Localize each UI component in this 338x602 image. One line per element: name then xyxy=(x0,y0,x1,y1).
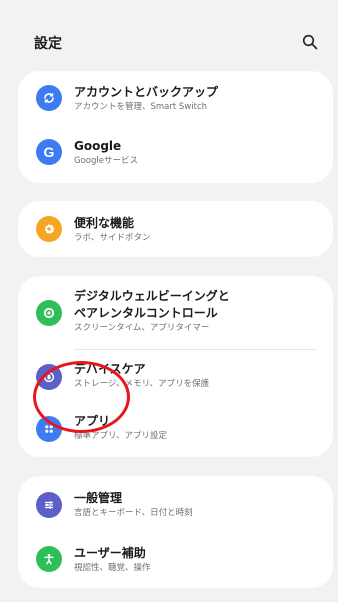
setting-item-accounts-backup[interactable]: アカウントとバックアップ アカウントを管理、Smart Switch xyxy=(18,71,333,127)
settings-group-general: 一般管理 言語とキーボード、日付と時刻 ユーザー補助 視認性、聴覚、操作 xyxy=(18,476,333,588)
setting-subtitle: 標準アプリ、アプリ設定 xyxy=(74,431,167,441)
setting-subtitle: スクリーンタイム、アプリタイマー xyxy=(74,323,210,333)
setting-subtitle: アカウントを管理、Smart Switch xyxy=(74,102,208,112)
header: 設定 xyxy=(0,0,338,64)
setting-item-advanced-features[interactable]: 便利な機能 ラボ、サイドボタン xyxy=(18,201,333,257)
apps-icon xyxy=(36,416,62,442)
setting-subtitle: 視認性、聴覚、操作 xyxy=(74,563,151,573)
setting-item-google[interactable]: G Google Googleサービス xyxy=(18,127,333,183)
settings-group-advanced: 便利な機能 ラボ、サイドボタン xyxy=(18,201,333,257)
search-icon[interactable] xyxy=(302,34,318,50)
setting-subtitle: 言語とキーボード、日付と時刻 xyxy=(74,508,193,518)
setting-item-general-management[interactable]: 一般管理 言語とキーボード、日付と時刻 xyxy=(18,476,333,532)
setting-label: 便利な機能 xyxy=(74,216,135,230)
page-title: 設定 xyxy=(34,36,62,52)
setting-label: 一般管理 xyxy=(74,491,123,505)
sliders-icon xyxy=(36,492,62,518)
setting-label: ユーザー補助 xyxy=(74,546,146,560)
setting-label: Google xyxy=(74,139,122,153)
accessibility-icon xyxy=(36,546,62,572)
setting-item-apps[interactable]: アプリ 標準アプリ、アプリ設定 xyxy=(18,402,333,457)
setting-label: デバイスケア xyxy=(74,362,146,376)
setting-subtitle: ストレージ、メモリ、アプリを保護 xyxy=(74,379,210,389)
setting-label-line2: ペアレンタルコントロール xyxy=(74,306,218,320)
wellbeing-icon xyxy=(36,300,62,326)
device-care-icon xyxy=(36,364,62,390)
settings-group-device: デジタルウェルビーイングと ペアレンタルコントロール スクリーンタイム、アプリタ… xyxy=(18,276,333,457)
gear-plus-icon xyxy=(36,216,62,242)
settings-group-accounts: アカウントとバックアップ アカウントを管理、Smart Switch G Goo… xyxy=(18,71,333,183)
setting-item-device-care[interactable]: デバイスケア ストレージ、メモリ、アプリを保護 xyxy=(18,350,333,402)
sync-icon xyxy=(36,85,62,111)
setting-subtitle: Googleサービス xyxy=(74,156,138,166)
setting-item-digital-wellbeing[interactable]: デジタルウェルビーイングと ペアレンタルコントロール スクリーンタイム、アプリタ… xyxy=(18,276,333,348)
setting-label: アプリ xyxy=(74,414,111,428)
google-icon: G xyxy=(36,139,62,165)
setting-label: デジタルウェルビーイングと xyxy=(74,289,230,303)
setting-subtitle: ラボ、サイドボタン xyxy=(74,233,151,243)
setting-label: アカウントとバックアップ xyxy=(74,85,219,99)
setting-item-accessibility[interactable]: ユーザー補助 視認性、聴覚、操作 xyxy=(18,532,333,588)
